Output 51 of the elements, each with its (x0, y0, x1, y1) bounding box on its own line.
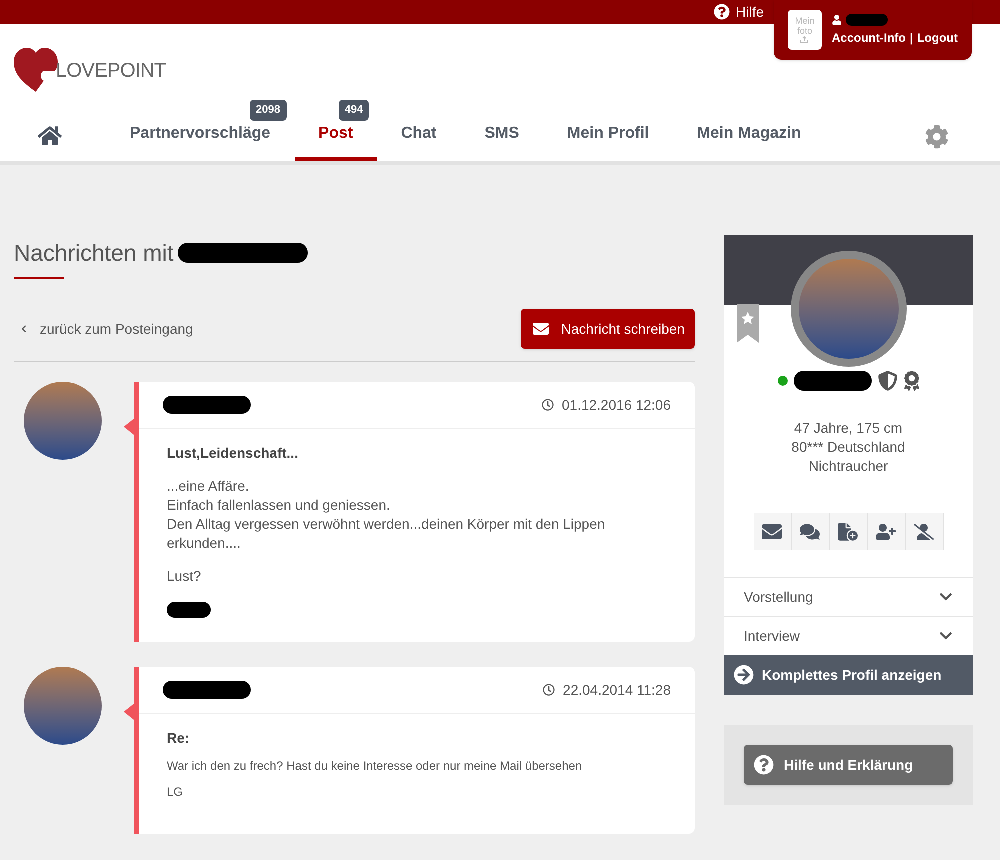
upload-icon (800, 36, 810, 44)
settings-icon[interactable] (925, 125, 949, 149)
message-action-icon[interactable] (754, 513, 792, 550)
block-user-icon[interactable] (906, 513, 944, 550)
redaction-mark (167, 602, 211, 618)
add-contact-icon[interactable] (868, 513, 906, 550)
clock-icon (542, 399, 554, 411)
count-badge: 2098 (250, 100, 287, 120)
help-icon (714, 4, 730, 20)
nav-tab[interactable]: SMS (460, 110, 544, 161)
help-button[interactable]: Hilfe und Erklärung (744, 745, 953, 785)
note-action-icon[interactable] (830, 513, 868, 550)
nav-tab[interactable]: Mein Profil (543, 110, 674, 161)
logo-text: LOVEPOINT (56, 59, 166, 84)
nav-tab[interactable]: Mein Magazin (673, 110, 826, 161)
count-badge: 494 (338, 100, 370, 120)
nav-tab[interactable]: Chat (377, 110, 461, 161)
profile-section-toggle[interactable]: Vorstellung (724, 577, 973, 616)
message-text: ...eine Affäre. Einfach fallenlassen und geniessen. Den Alltag vergessen verwöhnt werden...deinen Körper mit den Lippen erkunden.... (167, 477, 606, 553)
message-date: 22.04.2014 11:28 (543, 680, 671, 700)
message-subject: Re: (167, 729, 191, 748)
message-text: War ich den zu frech? Hast du keine Interesse oder nur meine Mail übersehen (167, 758, 584, 774)
heart-logo-icon (14, 48, 58, 94)
account-info-link[interactable]: Account-Info (832, 30, 906, 46)
redaction-mark (846, 14, 888, 26)
chevron-left-icon (20, 325, 28, 333)
home-icon (38, 124, 62, 148)
message-text: LG (167, 784, 184, 800)
logo[interactable]: LOVEPOINT (14, 48, 166, 94)
logout-link[interactable]: Logout (917, 30, 958, 46)
help-icon (754, 755, 774, 775)
profile-detail: 80*** Deutschland (792, 438, 906, 457)
award-icon (904, 371, 920, 391)
user-icon (832, 15, 842, 25)
shield-icon (878, 371, 898, 391)
compose-button[interactable]: Nachricht schreiben (521, 309, 695, 349)
full-profile-button[interactable]: Komplettes Profil anzeigen (724, 655, 973, 695)
clock-icon (543, 684, 556, 696)
link-separator: | (910, 30, 914, 46)
conversation-title: Nachrichten mit (14, 238, 174, 268)
back-link[interactable]: zurück zum Posteingang (14, 319, 194, 339)
profile-detail: Nichtraucher (808, 457, 888, 476)
message-subject: Lust,Leidenschaft... (167, 444, 300, 463)
help-link[interactable]: Hilfe (714, 2, 764, 22)
profile-detail: 47 Jahre, 175 cm (794, 419, 903, 438)
photo-label: Mein foto (794, 16, 816, 36)
chat-action-icon[interactable] (792, 513, 830, 550)
envelope-icon (531, 321, 552, 337)
message-text: Lust? (167, 567, 202, 586)
arrow-right-icon (734, 665, 754, 685)
message-date: 01.12.2016 12:06 (542, 395, 671, 415)
